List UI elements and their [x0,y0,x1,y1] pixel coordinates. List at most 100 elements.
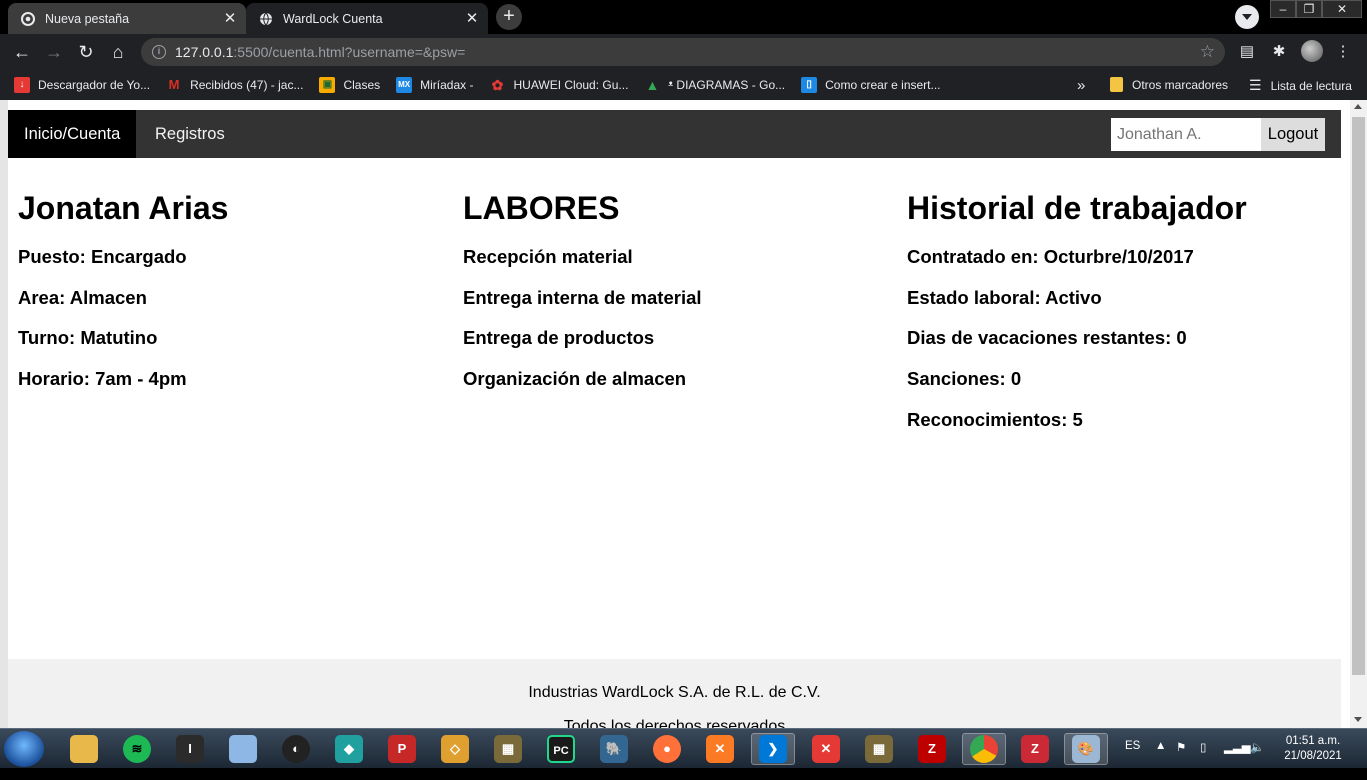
tab-title: Nueva pestaña [45,11,130,26]
network-icon[interactable]: ▂▃▅ [1224,740,1251,780]
chrome-taskbar-icon[interactable] [962,733,1006,765]
menu-icon[interactable]: ⋮ [1333,42,1353,62]
bookmark-site-icon: ▯ [801,77,818,93]
footer-rights: Todos los derechos reservados [563,718,786,728]
historial-item: Reconocimientos: 5 [907,408,1083,430]
profile-item: Turno: Matutino [18,327,158,349]
volume-icon[interactable]: 🔈 [1250,740,1264,780]
action-center-icon[interactable]: ⚑ [1176,740,1186,780]
tab-title: WardLock Cuenta [283,11,383,26]
nav-registros[interactable]: Registros [139,110,241,158]
restore-icon[interactable]: ❐ [1296,0,1322,18]
overflow-chevron-icon: » [1077,77,1086,94]
close-tab-icon[interactable]: ✕ [222,10,238,27]
site-info-icon[interactable]: i [152,45,166,59]
close-tab-icon[interactable]: ✕ [464,10,480,27]
tab-wardlock-cuenta[interactable]: WardLock Cuenta ✕ [246,3,488,34]
zotero-icon[interactable]: Z [1013,733,1057,765]
address-bar[interactable]: i 127.0.0.1:5500/cuenta.html?username=&p… [141,38,1225,66]
device-icon[interactable]: ▯ [1200,740,1206,780]
obs-icon[interactable]: ◐ [274,733,318,765]
back-icon[interactable]: ← [11,41,33,63]
labor-item: Entrega interna de material [463,286,702,308]
package-icon[interactable]: ▦ [486,733,530,765]
minimize-icon[interactable]: – [1270,0,1296,18]
username-input[interactable] [1111,118,1261,151]
home-icon[interactable]: ⌂ [107,41,129,63]
tab-search-icon[interactable] [1235,5,1259,29]
clock-date: 21/08/2021 [1284,750,1342,762]
globe-icon [259,12,273,26]
footer-company: Industrias WardLock S.A. de R.L. de C.V. [528,684,821,701]
page-scrollbar[interactable] [1350,100,1367,728]
scroll-down-icon[interactable] [1354,717,1362,722]
firefox-icon[interactable]: ● [645,733,689,765]
pseint-icon[interactable]: P [380,733,424,765]
labor-item: Organización de almacen [463,368,687,390]
profile-column: Jonatan Arias Puesto: Encargado Area: Al… [8,158,452,409]
tab-strip: Nueva pestaña ✕ WardLock Cuenta ✕ + – ❐ … [0,0,1367,34]
other-bookmarks-folder[interactable]: Otros marcadores [1110,77,1228,92]
xmind-icon[interactable]: ✕ [804,733,848,765]
postgresql-icon[interactable]: 🐘 [592,733,636,765]
page-viewport: Inicio/Cuenta Registros Logout Jonatan A… [0,100,1367,728]
scrollbar-thumb[interactable] [1352,117,1365,675]
page-margin [0,100,8,728]
new-tab-button[interactable]: + [496,4,522,30]
language-indicator[interactable]: ES [1125,740,1140,780]
employee-name: Jonatan Arias [18,190,229,226]
huawei-icon: ✿ [489,77,506,93]
terminal-icon[interactable]: I [168,733,212,765]
page-footer: Industrias WardLock S.A. de R.L. de C.V.… [8,659,1341,728]
reload-icon[interactable]: ↻ [75,41,97,63]
profile-avatar[interactable] [1301,40,1323,62]
top-navigation: Inicio/Cuenta Registros Logout [8,110,1341,158]
app-icon[interactable]: ◆ [327,733,371,765]
bookmark-label: ᵜ DIAGRAMAS - Go... [668,78,786,92]
bookmark-item[interactable]: M Recibidos (47) - jac... [166,77,303,93]
gmail-icon: M [166,77,183,93]
other-bookmarks-label: Otros marcadores [1132,77,1229,92]
system-clock[interactable]: 01:51 a.m. 21/08/2021 [1278,734,1348,764]
bookmarks-overflow-button[interactable]: » [1077,77,1085,94]
reading-list-button[interactable]: ☰ Lista de lectura [1249,77,1352,94]
bookmark-item[interactable]: ↓ Descargador de Yo... [14,77,150,93]
download-icon: ↓ [14,77,30,93]
explorer-icon[interactable] [62,733,106,765]
bookmark-item[interactable]: ▣ Clases [319,77,380,93]
xampp-icon[interactable]: ✕ [698,733,742,765]
tab-new-tab[interactable]: Nueva pestaña ✕ [8,3,246,34]
bookmark-star-icon[interactable]: ☆ [1200,42,1215,62]
archive-icon[interactable]: ▦ [857,733,901,765]
chrome-icon [21,11,35,26]
show-hidden-icons-icon[interactable]: ▲ [1155,740,1166,780]
close-window-icon[interactable]: ✕ [1322,0,1362,18]
drive-icon: ▲ [644,77,661,93]
extensions-icon[interactable]: ✱ [1269,42,1289,62]
git-icon[interactable]: ◇ [433,733,477,765]
scroll-up-icon[interactable] [1354,104,1362,109]
vscode-icon[interactable]: ❯ [751,733,795,765]
reading-mode-icon[interactable]: ▤ [1237,42,1257,62]
reading-list-label: Lista de lectura [1270,78,1352,93]
bookmark-item[interactable]: ▯ Como crear e insert... [801,77,941,93]
spotify-icon[interactable]: ≋ [115,733,159,765]
virtualbox-icon[interactable] [221,733,265,765]
labores-column: LABORES Recepción material Entrega inter… [453,158,897,409]
bookmark-item[interactable]: ▲ ᵜ DIAGRAMAS - Go... [644,77,785,93]
nav-inicio-cuenta[interactable]: Inicio/Cuenta [8,110,137,158]
bookmark-label: Descargador de Yo... [38,78,151,92]
filezilla-icon[interactable]: Z [910,733,954,765]
pycharm-icon[interactable]: PC [539,733,583,765]
bookmark-label: Como crear e insert... [825,78,941,92]
bookmark-item[interactable]: MX Miríadax - [396,77,473,93]
logout-button[interactable]: Logout [1261,118,1325,151]
paint-icon[interactable]: 🎨 [1064,733,1108,765]
forward-icon[interactable]: → [43,41,65,63]
classroom-icon: ▣ [319,77,336,93]
start-button[interactable] [4,731,44,767]
reading-list-icon: ☰ [1249,77,1262,93]
labor-item: Entrega de productos [463,327,655,349]
bookmark-item[interactable]: ✿ HUAWEI Cloud: Gu... [489,77,628,93]
bookmark-label: Recibidos (47) - jac... [190,78,304,92]
